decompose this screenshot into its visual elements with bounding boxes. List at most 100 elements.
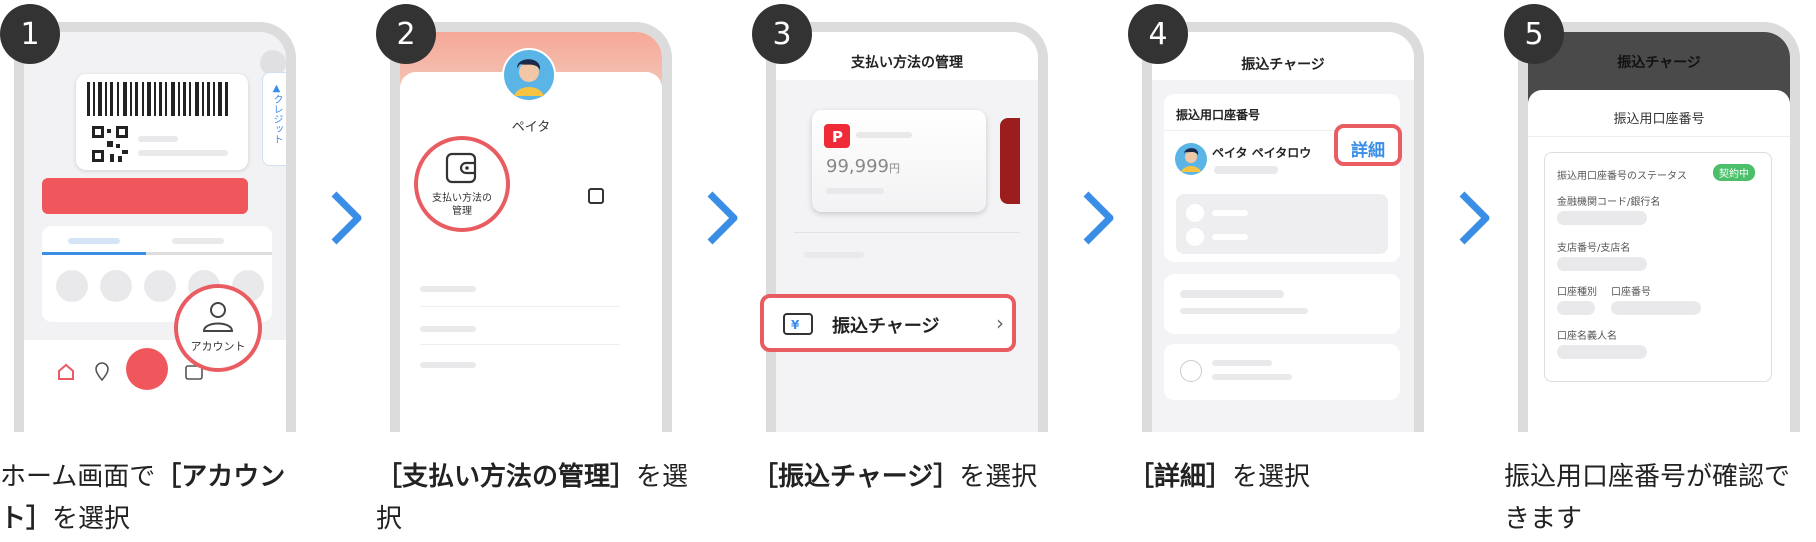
- caption-post: を選択: [959, 462, 1038, 492]
- step-3: 3 支払い方法の管理 P 99,999円 ¥ 振込チャージ › ［振込チャージ］…: [752, 0, 1092, 542]
- step-caption: ［振込チャージ］を選択: [752, 456, 1072, 498]
- screen-title: 支払い方法の管理: [851, 55, 963, 71]
- card-line: [826, 188, 884, 194]
- holder-label: 口座名義人名: [1557, 331, 1617, 342]
- caption-post: を選択: [1232, 462, 1311, 492]
- home-icon[interactable]: [56, 362, 76, 382]
- credit-tab-label: ▲クレジット: [271, 83, 282, 144]
- account-number-label: 口座番号: [1611, 287, 1651, 298]
- shortcut-icon: [100, 270, 132, 302]
- divider: [420, 344, 620, 345]
- next-card-edge: [1000, 118, 1020, 204]
- map-pin-icon[interactable]: [92, 362, 112, 382]
- step-number: 3: [752, 4, 812, 64]
- detail-button-label: 詳細: [1351, 141, 1385, 161]
- placeholder-dot: [1180, 360, 1202, 382]
- placeholder-box: [1176, 194, 1388, 254]
- details-box: 振込用口座番号のステータス 契約中 金融機関コード/銀行名 支店番号/支店名 口…: [1544, 152, 1772, 382]
- holder-value-placeholder: [1557, 345, 1647, 359]
- chevron-right-icon: ›: [996, 311, 1004, 335]
- barcode-icon: [87, 82, 228, 116]
- bank-transfer-charge-button[interactable]: ¥ 振込チャージ ›: [760, 294, 1016, 352]
- placeholder-dot: [1186, 228, 1204, 246]
- account-button[interactable]: アカウント: [174, 284, 262, 372]
- currency-unit: 円: [888, 162, 900, 175]
- placeholder-line: [1212, 234, 1248, 240]
- card-line: [1180, 308, 1308, 314]
- red-banner: [42, 178, 248, 214]
- step-number: 5: [1504, 4, 1564, 64]
- info-card: [1164, 274, 1400, 334]
- step-caption: ホーム画面で［アカウント］を選択: [0, 456, 320, 540]
- card-line: [1212, 374, 1292, 380]
- checkbox-right[interactable]: [588, 188, 604, 204]
- caption-pre: ホーム画面で: [0, 462, 156, 492]
- step-4: 4 振込チャージ 振込用口座番号 ペイタ ペイタロウ 詳細 ［詳細］を選択: [1128, 0, 1468, 542]
- account-label: アカウント: [190, 340, 246, 353]
- list-line: [420, 286, 476, 292]
- balance-amount: 99,999: [826, 156, 889, 177]
- card-line: [1180, 290, 1284, 298]
- account-number-placeholder: [1611, 301, 1701, 315]
- step-number: 4: [1128, 4, 1188, 64]
- bank-transfer-charge-label: 振込チャージ: [832, 316, 940, 337]
- branch-label: 支店番号/支店名: [1557, 243, 1631, 254]
- svg-text:P: P: [832, 128, 843, 146]
- caption-bold: ［支払い方法の管理］: [376, 462, 637, 492]
- card-line: [138, 150, 228, 156]
- avatar-icon: [502, 48, 556, 102]
- account-type-label: 口座種別: [1557, 287, 1597, 298]
- section-heading: 振込用口座番号: [1176, 108, 1261, 122]
- list-line: [420, 362, 476, 368]
- bank-value-placeholder: [1557, 211, 1647, 225]
- modal-sheet: 振込用口座番号 振込用口座番号のステータス 契約中 金融機関コード/銀行名 支店…: [1528, 90, 1790, 432]
- qr-code-icon: [92, 126, 128, 162]
- placeholder-dot: [1186, 204, 1204, 222]
- phone-screen-home: ▲クレジット: [14, 22, 296, 432]
- svg-text:¥: ¥: [791, 318, 800, 332]
- caption-bold: ［詳細］: [1128, 462, 1233, 492]
- credit-tab[interactable]: ▲クレジット: [262, 72, 286, 166]
- bank-transfer-icon: ¥: [783, 313, 813, 335]
- tab-indicator: [42, 252, 146, 255]
- caption-pre: 振込用口座番号が確認できます: [1504, 462, 1791, 534]
- account-number-card: 振込用口座番号 ペイタ ペイタロウ: [1164, 94, 1400, 262]
- avatar-icon: [1175, 143, 1207, 175]
- card-line: [1212, 360, 1272, 366]
- next-arrow-icon: [1459, 191, 1490, 245]
- divider: [794, 232, 1020, 233]
- payment-methods-label: 支払い方法の管理: [432, 193, 492, 217]
- wallet-icon: [445, 152, 477, 184]
- phone-screen-bank-transfer: 振込チャージ 振込用口座番号 ペイタ ペイタロウ: [1142, 22, 1424, 432]
- divider: [420, 306, 620, 307]
- phone-screen-account: ペイタ: [390, 22, 672, 432]
- barcode-card: [76, 74, 248, 170]
- paypay-logo-icon: P: [824, 124, 850, 148]
- tab-label: [68, 238, 120, 244]
- divider: [1528, 136, 1790, 137]
- list-line: [420, 326, 476, 332]
- phone-screen-payment-methods: 支払い方法の管理 P 99,999円: [766, 22, 1048, 432]
- placeholder-line: [1212, 210, 1248, 216]
- step-number: 2: [376, 4, 436, 64]
- step-caption: ［支払い方法の管理］を選択: [376, 456, 696, 540]
- tab-label: [172, 238, 224, 244]
- payment-methods-button[interactable]: 支払い方法の管理: [414, 136, 510, 232]
- user-icon: [202, 302, 234, 332]
- list-line: [804, 252, 864, 258]
- detail-button[interactable]: 詳細: [1334, 124, 1402, 166]
- card-line: [1214, 166, 1278, 174]
- account-holder-name: ペイタ ペイタロウ: [1212, 146, 1312, 160]
- card-line: [138, 136, 178, 142]
- modal-title: 振込用口座番号: [1613, 112, 1705, 127]
- shortcut-icon: [56, 270, 88, 302]
- step-caption: ［詳細］を選択: [1128, 456, 1448, 498]
- pay-button[interactable]: [126, 348, 168, 390]
- screen-title: 振込チャージ: [1241, 57, 1325, 73]
- history-card: [1164, 344, 1400, 400]
- next-arrow-icon: [1083, 191, 1114, 245]
- bank-label: 金融機関コード/銀行名: [1557, 197, 1661, 208]
- paypay-card[interactable]: P 99,999円: [812, 110, 986, 212]
- next-arrow-icon: [707, 191, 738, 245]
- caption-post: を選択: [52, 504, 131, 534]
